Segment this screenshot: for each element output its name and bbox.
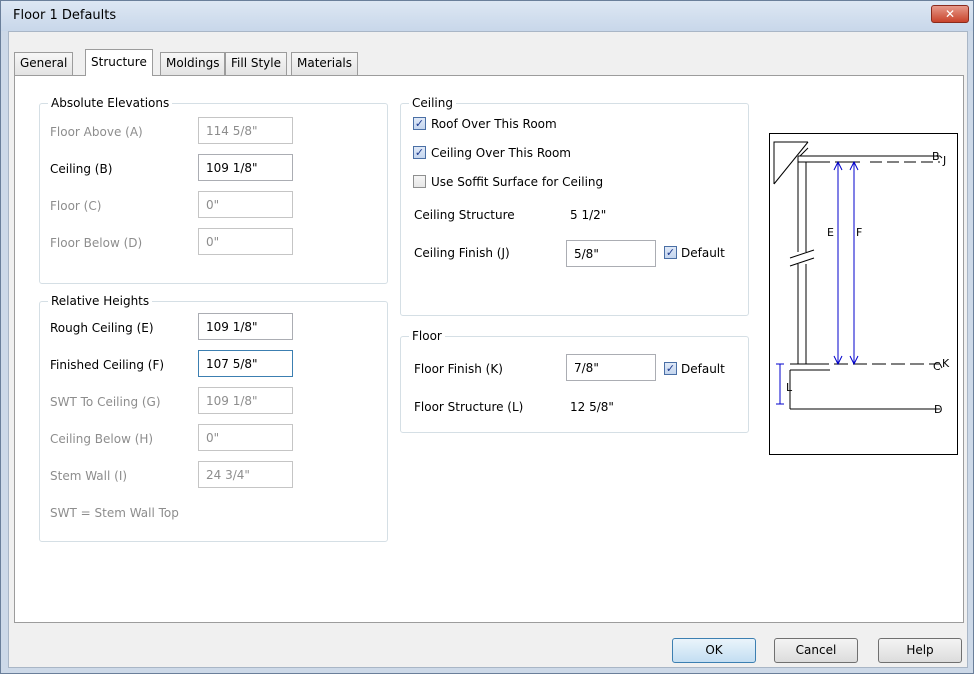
tab-moldings[interactable]: Moldings [160,52,226,75]
label-j: J [942,154,946,167]
floor-structure-label: Floor Structure (L) [414,400,524,414]
tab-materials[interactable]: Materials [291,52,359,75]
floor-c-field[interactable]: 0" [198,191,293,218]
stem-wall-field[interactable]: 24 3/4" [198,461,293,488]
ceiling-over-room-checkbox[interactable]: ✓ [413,146,426,159]
floor-below-field[interactable]: 0" [198,228,293,255]
structure-tab-panel: Absolute Elevations Floor Above (A) 114 … [14,75,964,623]
dialog-client-area: General Structure Moldings Fill Style Ma… [8,31,968,668]
window-title: Floor 1 Defaults [13,8,117,23]
label-f: F [856,226,862,239]
relative-heights-label: Relative Heights [48,293,153,309]
relative-heights-group: Relative Heights Rough Ceiling (E) 109 1… [39,293,388,542]
structure-diagram: B J E F C K L D [773,141,950,416]
floor-c-label: Floor (C) [50,199,102,213]
floor-finish-label: Floor Finish (K) [414,362,503,376]
title-bar[interactable]: Floor 1 Defaults ✕ [1,1,973,31]
label-e: E [827,226,834,239]
ceiling-b-field[interactable]: 109 1/8" [198,154,293,181]
absolute-elevations-label: Absolute Elevations [48,95,173,111]
ceiling-structure-value: 5 1/2" [570,208,607,222]
ceiling-finish-label: Ceiling Finish (J) [414,246,510,260]
finished-ceiling-field[interactable]: 107 5/8" [198,350,293,377]
ceiling-below-field[interactable]: 0" [198,424,293,451]
ceiling-below-label: Ceiling Below (H) [50,432,154,446]
label-k: K [942,357,950,370]
floor-above-label: Floor Above (A) [50,125,143,139]
ok-button[interactable]: OK [672,638,756,663]
ceiling-finish-default-checkbox[interactable]: ✓ [664,246,677,259]
finished-ceiling-label: Finished Ceiling (F) [50,358,165,372]
ceiling-structure-label: Ceiling Structure [414,208,515,222]
tab-general[interactable]: General [14,52,74,75]
floor-finish-field[interactable]: 7/8" [566,354,656,381]
close-button[interactable]: ✕ [931,5,969,23]
ceiling-group: Ceiling ✓ Roof Over This Room ✓ Ceiling … [400,95,749,316]
swt-note: SWT = Stem Wall Top [50,506,179,520]
ceiling-over-room-label[interactable]: Ceiling Over This Room [431,145,571,161]
floor-group-label: Floor [409,328,445,344]
stem-wall-label: Stem Wall (I) [50,469,128,483]
ceiling-finish-field[interactable]: 5/8" [566,240,656,267]
use-soffit-label[interactable]: Use Soffit Surface for Ceiling [431,174,603,190]
floor-finish-default-checkbox[interactable]: ✓ [664,362,677,375]
floor-finish-default-label[interactable]: Default [681,361,725,377]
label-b: B [932,150,940,163]
floor-below-label: Floor Below (D) [50,236,143,250]
dialog-window: Floor 1 Defaults ✕ General Structure Mol… [0,0,974,674]
tab-fill-style[interactable]: Fill Style [225,52,287,75]
ceiling-finish-default-label[interactable]: Default [681,245,725,261]
cancel-button[interactable]: Cancel [774,638,858,663]
tab-structure[interactable]: Structure [85,49,153,76]
label-l: L [786,381,793,394]
floor-structure-value: 12 5/8" [570,400,614,414]
rough-ceiling-label: Rough Ceiling (E) [50,321,154,335]
roof-over-room-label[interactable]: Roof Over This Room [431,116,557,132]
ceiling-b-label: Ceiling (B) [50,162,113,176]
roof-over-room-checkbox[interactable]: ✓ [413,117,426,130]
floor-above-field[interactable]: 114 5/8" [198,117,293,144]
use-soffit-checkbox[interactable] [413,175,426,188]
swt-to-ceiling-field[interactable]: 109 1/8" [198,387,293,414]
floor-group: Floor Floor Finish (K) 7/8" ✓ Default Fl… [400,328,749,433]
help-button[interactable]: Help [878,638,962,663]
structure-preview: B J E F C K L D [769,133,958,455]
label-d: D [934,403,942,416]
label-c: C [933,360,941,373]
swt-to-ceiling-label: SWT To Ceiling (G) [50,395,161,409]
absolute-elevations-group: Absolute Elevations Floor Above (A) 114 … [39,95,388,284]
rough-ceiling-field[interactable]: 109 1/8" [198,313,293,340]
ceiling-group-label: Ceiling [409,95,456,111]
